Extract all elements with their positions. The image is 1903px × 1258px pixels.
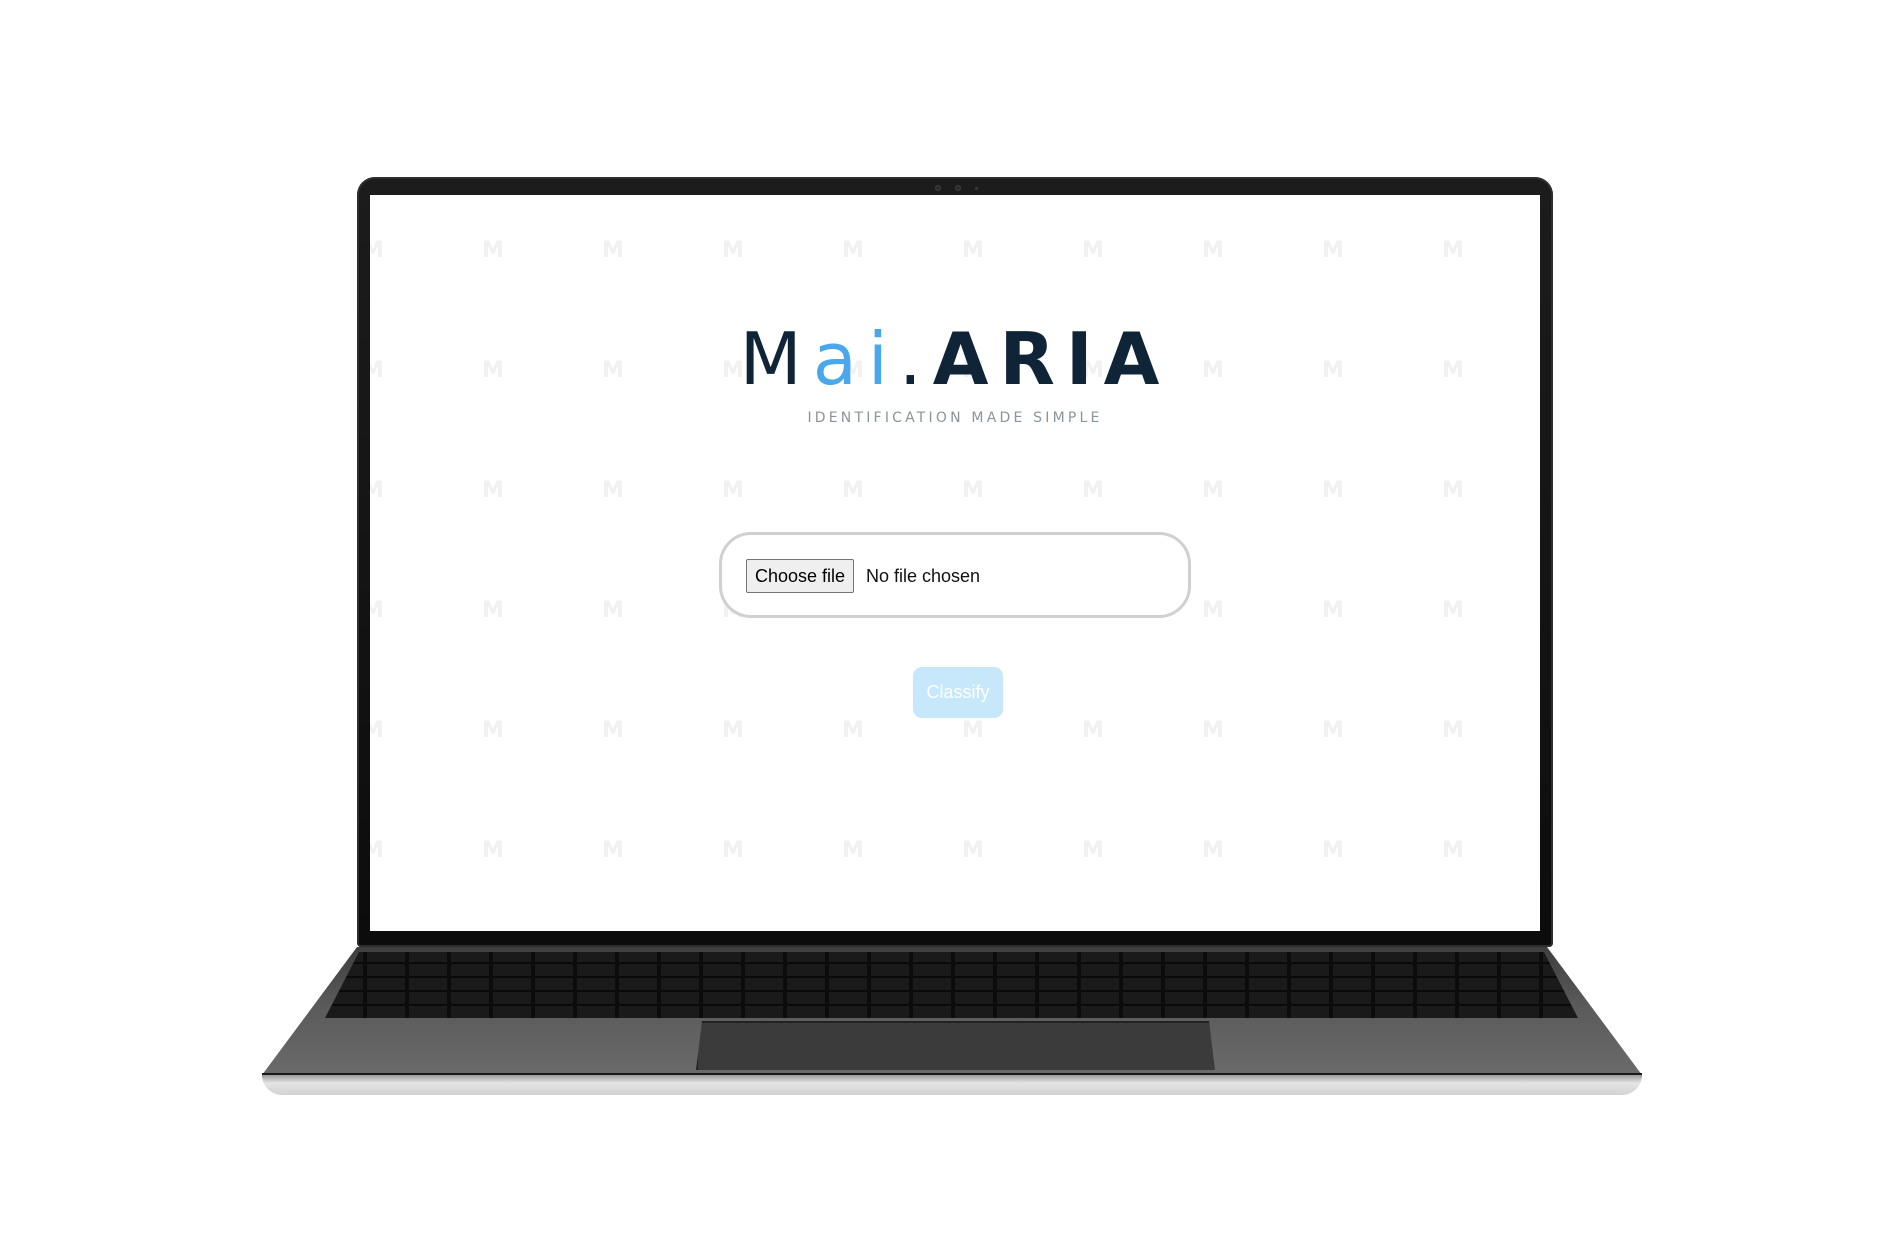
watermark-glyph: M <box>1442 478 1464 503</box>
webcam-sensor-icon <box>935 185 941 191</box>
watermark-glyph: M <box>482 718 504 743</box>
watermark-glyph: M <box>1202 598 1224 623</box>
watermark-glyph: M <box>1082 238 1104 263</box>
laptop-lid: MMMMMMMMMMMMMMMMMMMMMMMMMMMMMMMMMMMMMMMM… <box>357 177 1553 947</box>
watermark-glyph: M <box>842 478 864 503</box>
watermark-glyph: M <box>602 718 624 743</box>
laptop-base-edge <box>262 1075 1642 1095</box>
watermark-glyph: M <box>602 478 624 503</box>
choose-file-button[interactable]: Choose file <box>746 559 855 593</box>
file-status-text: No file chosen <box>866 566 981 586</box>
watermark-glyph: M <box>722 838 744 863</box>
watermark-glyph: M <box>962 718 984 743</box>
logo-tagline: IDENTIFICATION MADE SIMPLE <box>807 410 1103 426</box>
watermark-glyph: M <box>482 598 504 623</box>
watermark-glyph: M <box>722 238 744 263</box>
watermark-glyph: M <box>842 718 864 743</box>
watermark-glyph: M <box>370 598 384 623</box>
watermark-glyph: M <box>1322 718 1344 743</box>
webcam-icon <box>955 185 961 191</box>
logo-part-m: M <box>739 317 813 401</box>
webcam-light-icon <box>975 187 978 190</box>
watermark-glyph: M <box>482 838 504 863</box>
watermark-glyph: M <box>962 478 984 503</box>
watermark-glyph: M <box>602 238 624 263</box>
watermark-glyph: M <box>1322 598 1344 623</box>
watermark-glyph: M <box>1202 838 1224 863</box>
watermark-glyph: M <box>482 478 504 503</box>
file-upload-container: Choose file No file chosen <box>719 532 1191 618</box>
logo-part-dot: . <box>898 317 933 401</box>
watermark-glyph: M <box>1082 718 1104 743</box>
watermark-glyph: M <box>1202 718 1224 743</box>
watermark-glyph: M <box>1082 838 1104 863</box>
watermark-glyph: M <box>1442 598 1464 623</box>
watermark-glyph: M <box>842 838 864 863</box>
watermark-glyph: M <box>962 238 984 263</box>
classify-button[interactable]: Classify <box>913 667 1003 718</box>
watermark-glyph: M <box>1082 478 1104 503</box>
trackpad <box>696 1021 1215 1070</box>
watermark-glyph: M <box>1322 238 1344 263</box>
watermark-glyph: M <box>1442 838 1464 863</box>
watermark-glyph: M <box>1202 478 1224 503</box>
watermark-glyph: M <box>962 838 984 863</box>
watermark-glyph: M <box>722 478 744 503</box>
logo-part-ai: ai <box>812 317 899 401</box>
watermark-glyph: M <box>1322 838 1344 863</box>
watermark-glyph: M <box>370 838 384 863</box>
watermark-glyph: M <box>1202 238 1224 263</box>
watermark-glyph: M <box>482 238 504 263</box>
watermark-glyph: M <box>842 238 864 263</box>
watermark-glyph: M <box>1322 478 1344 503</box>
watermark-glyph: M <box>1442 238 1464 263</box>
app-screen: MMMMMMMMMMMMMMMMMMMMMMMMMMMMMMMMMMMMMMMM… <box>370 195 1540 931</box>
watermark-glyph: M <box>602 838 624 863</box>
watermark-glyph: M <box>370 718 384 743</box>
watermark-glyph: M <box>370 238 384 263</box>
watermark-glyph: M <box>722 718 744 743</box>
app-logo: Mai.ARIA <box>370 323 1540 395</box>
watermark-glyph: M <box>370 478 384 503</box>
watermark-glyph: M <box>602 598 624 623</box>
watermark-glyph: M <box>1442 718 1464 743</box>
keyboard-keys <box>325 952 1578 1018</box>
logo-part-aria: ARIA <box>932 317 1171 401</box>
